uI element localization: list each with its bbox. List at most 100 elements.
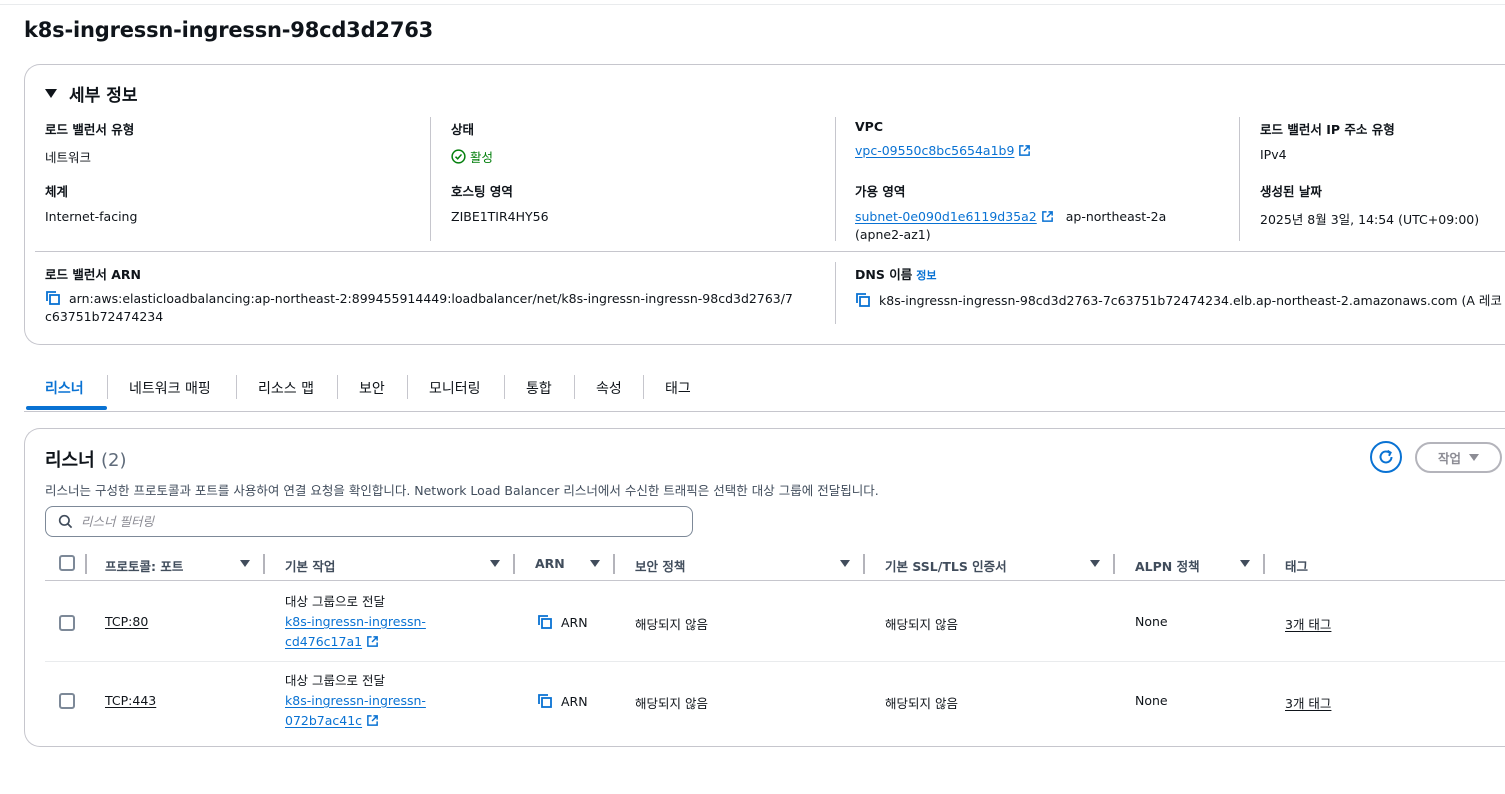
tags-link[interactable]: 3개 태그 [1285, 614, 1331, 633]
refresh-button[interactable] [1370, 441, 1402, 473]
arn-cell: ARN [537, 693, 588, 709]
column-divider [513, 554, 515, 574]
refresh-icon [1379, 449, 1393, 464]
external-link-icon[interactable] [366, 714, 379, 727]
arn-label: 로드 밸런서 ARN [45, 267, 141, 282]
tab-listeners[interactable]: 리스너 [45, 378, 84, 398]
details-toggle[interactable]: 세부 정보 [45, 81, 137, 106]
target-group-link-line1[interactable]: k8s-ingressn-ingressn- [285, 614, 426, 629]
column-header-default-action[interactable]: 기본 작업 [285, 556, 335, 575]
check-circle-icon [451, 149, 466, 164]
column-header-alpn-policy[interactable]: ALPN 정책 [1135, 556, 1200, 575]
scheme-field: 체계 Internet-facing [45, 181, 137, 224]
column-divider [835, 117, 836, 241]
az-zone: ap-northeast-2a [1065, 209, 1167, 224]
external-link-icon[interactable] [1041, 210, 1054, 223]
arn-text: ARN [561, 615, 588, 630]
tab-divider [337, 375, 338, 399]
arn-text: ARN [561, 694, 588, 709]
external-link-icon[interactable] [1018, 144, 1031, 157]
column-divider [1113, 554, 1115, 574]
tab-divider [643, 375, 644, 399]
target-group-link-line1[interactable]: k8s-ingressn-ingressn- [285, 693, 426, 708]
ip-type-field: 로드 밸런서 IP 주소 유형 IPv4 [1260, 119, 1395, 162]
status-field: 상태 활성 [451, 119, 493, 168]
listener-filter-input[interactable] [81, 514, 641, 529]
column-divider [863, 554, 865, 574]
hosted-zone-label: 호스팅 영역 [451, 184, 513, 199]
select-all-checkbox[interactable] [59, 555, 75, 571]
alpn-policy-cell: None [1135, 693, 1168, 708]
lb-type-label: 로드 밸런서 유형 [45, 122, 135, 137]
column-header-security-policy[interactable]: 보안 정책 [635, 556, 685, 575]
sort-icon[interactable] [590, 560, 600, 567]
table-header: 프로토콜: 포트 기본 작업 ARN 보안 정책 기본 SSL/TLS 인증서 … [45, 547, 1505, 581]
column-header-ssl-cert[interactable]: 기본 SSL/TLS 인증서 [885, 556, 1007, 575]
top-divider [0, 4, 1505, 5]
tab-tags[interactable]: 태그 [665, 378, 691, 398]
listeners-panel: 리스너 (2) 리스너는 구성한 프로토콜과 포트를 사용하여 연결 요청을 확… [24, 428, 1505, 747]
ssl-cert-cell: 해당되지 않음 [885, 617, 958, 632]
arn-value-line2: c63751b72474234 [45, 309, 164, 324]
target-group-link-line2[interactable]: cd476c17a1 [285, 634, 362, 649]
hosted-zone-value: ZIBE1TIR4HY56 [451, 209, 549, 224]
copy-icon[interactable] [855, 292, 871, 308]
column-header-arn[interactable]: ARN [535, 556, 565, 571]
tab-security[interactable]: 보안 [359, 378, 385, 398]
vpc-label: VPC [855, 119, 884, 134]
target-group-link-line2[interactable]: 072b7ac41c [285, 713, 362, 728]
column-header-protocol-port[interactable]: 프로토콜: 포트 [105, 556, 183, 575]
sort-icon[interactable] [240, 560, 250, 567]
column-divider [613, 554, 615, 574]
tab-resource-map[interactable]: 리소스 맵 [258, 378, 314, 398]
tab-network-mapping[interactable]: 네트워크 매핑 [129, 378, 211, 398]
sort-icon[interactable] [1240, 560, 1250, 567]
column-divider [835, 262, 836, 324]
dns-info-link[interactable]: 정보 [916, 269, 936, 282]
active-tab-indicator [26, 406, 107, 410]
row-checkbox[interactable] [59, 615, 75, 631]
copy-icon[interactable] [537, 614, 553, 630]
vpc-link[interactable]: vpc-09550c8bc5654a1b9 [855, 143, 1014, 158]
details-panel: 세부 정보 로드 밸런서 유형 네트워크 상태 활성 VPC vpc-09550… [24, 64, 1505, 345]
az-zone-id: (apne2-az1) [855, 227, 931, 242]
sort-icon[interactable] [840, 560, 850, 567]
listener-protocol-link[interactable]: TCP:443 [105, 693, 156, 708]
row-checkbox[interactable] [59, 693, 75, 709]
external-link-icon[interactable] [366, 635, 379, 648]
action-type: 대상 그룹으로 전달 [285, 673, 385, 688]
sort-icon[interactable] [490, 560, 500, 567]
row-divider [35, 251, 1505, 252]
sort-icon[interactable] [1090, 560, 1100, 567]
tab-attributes[interactable]: 속성 [596, 378, 622, 398]
tab-divider [236, 375, 237, 399]
listeners-title: 리스너 (2) [45, 446, 126, 472]
copy-icon[interactable] [537, 693, 553, 709]
arn-cell: ARN [537, 614, 588, 630]
column-divider [1263, 554, 1265, 574]
details-header-label: 세부 정보 [69, 86, 138, 106]
listener-protocol-link[interactable]: TCP:80 [105, 614, 148, 629]
status-value: 활성 [451, 147, 493, 166]
tags-link[interactable]: 3개 태그 [1285, 693, 1331, 712]
dns-label: DNS 이름 [855, 267, 913, 282]
copy-icon[interactable] [45, 290, 61, 306]
listeners-title-text: 리스너 [45, 450, 95, 471]
tab-divider [407, 375, 408, 399]
ip-type-value: IPv4 [1260, 147, 1287, 162]
scheme-value: Internet-facing [45, 209, 138, 224]
tab-divider [504, 375, 505, 399]
created-value: 2025년 8월 3일, 14:54 (UTC+09:00) [1260, 212, 1480, 227]
tab-integrations[interactable]: 통합 [526, 378, 552, 398]
scheme-label: 체계 [45, 184, 69, 199]
tab-monitoring[interactable]: 모니터링 [429, 378, 481, 398]
column-header-tags: 태그 [1285, 559, 1309, 574]
column-divider [430, 117, 431, 241]
subnet-link[interactable]: subnet-0e090d1e6119d35a2 [855, 209, 1037, 224]
table-row: TCP:80 대상 그룹으로 전달 k8s-ingressn-ingressn-… [45, 582, 1505, 662]
lb-type-field: 로드 밸런서 유형 네트워크 [45, 119, 134, 166]
status-label: 상태 [451, 122, 475, 137]
page-title: k8s-ingressn-ingressn-98cd3d2763 [24, 18, 434, 42]
actions-dropdown-button[interactable]: 작업 [1415, 442, 1502, 473]
az-label: 가용 영역 [855, 184, 906, 199]
